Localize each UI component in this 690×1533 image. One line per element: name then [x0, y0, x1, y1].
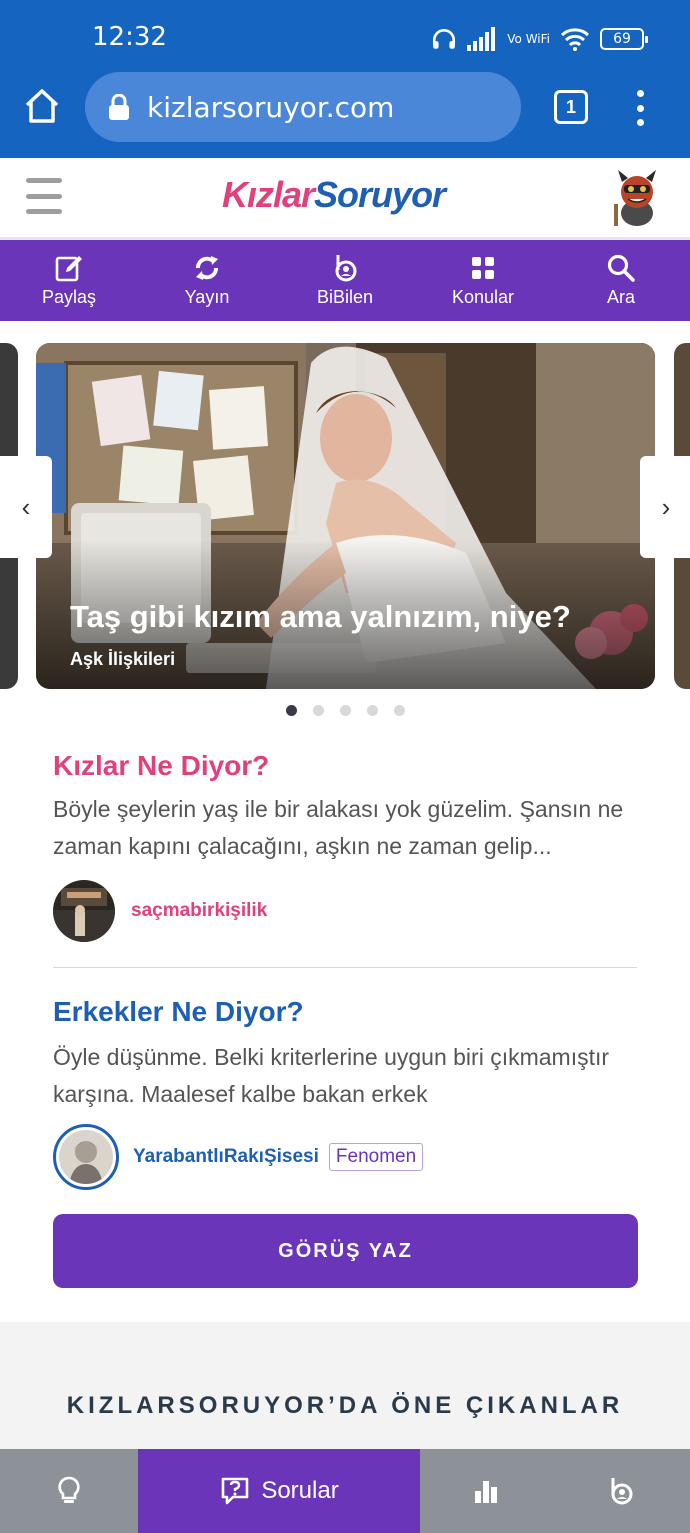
- bottom-nav-questions[interactable]: Sorular: [138, 1449, 420, 1533]
- girls-author-name[interactable]: saçmabirkişilik: [131, 900, 267, 922]
- nav-label: Konular: [451, 287, 515, 307]
- write-opinion-button[interactable]: GÖRÜŞ YAZ: [53, 1214, 638, 1288]
- featured-carousel: Taş gibi kızım ama yalnızım, niye? Aşk İ…: [0, 321, 690, 731]
- avatar[interactable]: [53, 880, 115, 942]
- signal-icon: [467, 27, 496, 51]
- network-label: Vo WiFi: [507, 32, 550, 46]
- boys-author-row: YarabantlıRakıŞisesi Fenomen: [53, 1124, 424, 1190]
- girls-author-row: saçmabirkişilik: [53, 880, 267, 942]
- fenomen-badge: Fenomen: [328, 1143, 424, 1171]
- nav-label: BiBilen: [316, 287, 374, 307]
- carousel-next-button[interactable]: ›: [640, 456, 690, 558]
- status-icons: Vo WiFi 69: [431, 22, 648, 56]
- carousel-slide[interactable]: Taş gibi kızım ama yalnızım, niye? Aşk İ…: [36, 343, 655, 689]
- bottom-nav-polls[interactable]: [420, 1449, 552, 1533]
- refresh-icon: [196, 256, 218, 280]
- logo-part-2: Soruyor: [314, 174, 446, 215]
- carousel-dot[interactable]: [393, 705, 405, 716]
- edit-icon: [55, 256, 82, 282]
- avatar-image: [53, 880, 115, 942]
- bibilen-icon: [611, 1478, 633, 1505]
- bibilen-icon: [335, 255, 357, 282]
- featured-title: KIZLARSORUYOR’DA ÖNE ÇIKANLAR: [66, 1392, 624, 1419]
- carousel-dot[interactable]: [285, 705, 297, 716]
- featured-section: KIZLARSORUYOR’DA ÖNE ÇIKANLAR: [0, 1322, 690, 1452]
- divider: [53, 967, 637, 968]
- boys-author-name[interactable]: YarabantlıRakıŞisesi: [133, 1146, 319, 1168]
- avatar-image: [59, 1130, 113, 1184]
- search-icon: [607, 254, 635, 282]
- slide-category[interactable]: Aşk İlişkileri: [70, 649, 175, 670]
- nav-label: Paylaş: [41, 287, 97, 307]
- grid-icon: [472, 257, 494, 279]
- bottom-nav: Sorular: [0, 1449, 690, 1533]
- carousel-pagination: [0, 705, 690, 716]
- carousel-dot[interactable]: [366, 705, 378, 716]
- carousel-dot[interactable]: [312, 705, 324, 716]
- slide-title[interactable]: Taş gibi kızım ama yalnızım, niye?: [70, 599, 571, 635]
- bar-chart-icon: [475, 1481, 497, 1503]
- address-bar[interactable]: kizlarsoruyor.com: [85, 72, 521, 142]
- section-nav: Paylaş Yayın BiBilen Konular Ara: [0, 240, 690, 321]
- home-icon[interactable]: [22, 86, 62, 126]
- question-icon: [222, 1477, 249, 1505]
- boys-snippet[interactable]: Öyle düşünme. Belki kriterlerine uygun b…: [53, 1039, 643, 1113]
- lock-icon: [109, 94, 129, 120]
- nav-item-yayin[interactable]: Yayın: [138, 240, 276, 321]
- nav-item-paylas[interactable]: Paylaş: [0, 240, 138, 321]
- url-text: kizlarsoruyor.com: [147, 90, 395, 124]
- site-header: KızlarSoruyor: [0, 158, 690, 240]
- vowifi-indicator: Vo WiFi: [507, 33, 550, 45]
- hamburger-menu-icon[interactable]: [26, 178, 62, 214]
- logo-part-1: Kızlar: [222, 174, 315, 215]
- bottom-nav-bibilen[interactable]: [552, 1449, 690, 1533]
- nav-item-bibilen[interactable]: BiBilen: [276, 240, 414, 321]
- user-avatar[interactable]: [610, 168, 664, 228]
- browser-chrome: 12:32 Vo WiFi 69 kizlarsoruyor.com 1: [0, 0, 690, 158]
- browser-menu-button[interactable]: [630, 90, 650, 126]
- headphones-icon: [433, 29, 456, 49]
- carousel-dot[interactable]: [339, 705, 351, 716]
- site-logo[interactable]: KızlarSoruyor: [222, 174, 446, 216]
- nav-label: Ara: [606, 287, 635, 307]
- nav-item-konular[interactable]: Konular: [414, 240, 552, 321]
- battery-indicator: 69: [600, 28, 648, 50]
- status-time: 12:32: [92, 22, 167, 52]
- bottom-nav-questions-label: Sorular: [261, 1477, 339, 1504]
- tab-switcher-button[interactable]: 1: [554, 90, 588, 124]
- avatar[interactable]: [53, 1124, 119, 1190]
- boys-heading[interactable]: Erkekler Ne Diyor?: [53, 996, 304, 1028]
- lightbulb-icon: [58, 1476, 80, 1503]
- nav-label: Yayın: [184, 287, 230, 307]
- girls-snippet[interactable]: Böyle şeylerin yaş ile bir alakası yok g…: [53, 791, 643, 865]
- nav-item-ara[interactable]: Ara: [552, 240, 690, 321]
- bottom-nav-tips[interactable]: [0, 1449, 138, 1533]
- carousel-prev-button[interactable]: ‹: [0, 456, 52, 558]
- wifi-icon: [560, 28, 590, 51]
- girls-heading[interactable]: Kızlar Ne Diyor?: [53, 750, 269, 782]
